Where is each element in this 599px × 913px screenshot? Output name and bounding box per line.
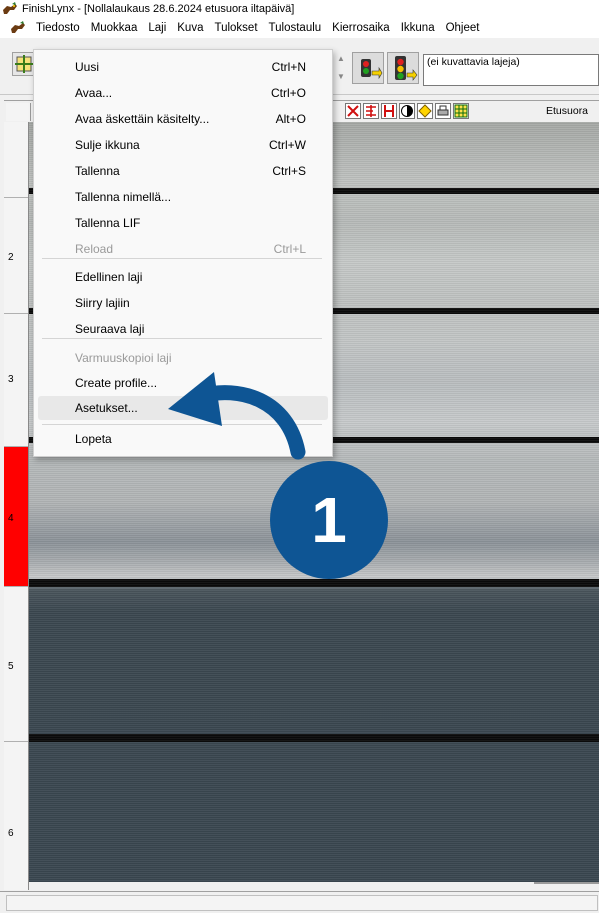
lane-strip: 2 3 4 5 6 [4,122,29,890]
menu-item-create-profile[interactable]: Create profile... [38,371,328,397]
menu-laji[interactable]: Laji [144,22,170,34]
finish-line-icon[interactable] [381,103,397,119]
menu-muokkaa[interactable]: Muokkaa [87,22,142,34]
lane-number: 2 [8,252,14,263]
lane-align-icon[interactable] [363,103,379,119]
lane-split-icon[interactable] [345,103,361,119]
menu-item-tallenna[interactable]: Tallenna Ctrl+S [38,159,328,185]
file-menu-dropdown: Uusi Ctrl+N Avaa... Ctrl+O Avaa äskettäi… [33,49,333,457]
status-bar [0,891,599,913]
menu-tulostaulu[interactable]: Tulostaulu [265,22,326,34]
menu-kuva[interactable]: Kuva [173,22,207,34]
menu-item-varmuuskopioi-laji: Varmuuskopioi laji [75,351,172,365]
window-title: FinishLynx - [Nollalaukaus 28.6.2024 etu… [22,3,295,15]
menu-item-seuraava-laji[interactable]: Seuraava laji [38,317,328,343]
menu-tulokset[interactable]: Tulokset [210,22,261,34]
menu-bar: Tiedosto Muokkaa Laji Kuva Tulokset Tulo… [0,18,599,38]
race-list-field[interactable]: (ei kuvattavia lajeja) [423,54,599,86]
lane-5[interactable]: 5 [4,587,28,742]
open-race-button[interactable] [352,52,384,84]
document-window-icon[interactable] [10,21,26,35]
menu-separator [42,338,322,339]
menu-ohjeet[interactable]: Ohjeet [442,22,484,34]
lane-number: 6 [8,828,14,839]
menu-item-asetukset[interactable]: Asetukset... [38,396,328,420]
results-grid-icon[interactable] [453,103,469,119]
menu-item-avaa[interactable]: Avaa... Ctrl+O [38,81,328,107]
scroll-down-arrow-icon[interactable]: ▼ [336,72,346,82]
lane-6[interactable]: 6 [4,742,28,890]
header-corner [6,103,31,121]
menu-item-uusi[interactable]: Uusi Ctrl+N [38,55,328,81]
scroll-up-arrow-icon[interactable]: ▲ [336,54,346,64]
status-field [6,895,598,911]
lane-1[interactable] [4,122,28,198]
contrast-icon[interactable] [399,103,415,119]
menu-item-edellinen-laji[interactable]: Edellinen laji [38,265,328,291]
traffic-light-button[interactable] [387,52,419,84]
menu-separator [42,424,322,425]
title-bar: FinishLynx - [Nollalaukaus 28.6.2024 etu… [0,0,599,18]
menu-kierrosaika[interactable]: Kierrosaika [328,22,394,34]
lane-number: 5 [8,661,14,672]
finishlynx-app-icon [2,2,18,16]
menu-item-siirry-lajiin[interactable]: Siirry lajiin [38,291,328,317]
lane-4-highlighted[interactable]: 4 [4,447,28,587]
menu-item-lopeta[interactable]: Lopeta [38,427,328,453]
lane-3[interactable]: 3 [4,314,28,447]
scrollbar-thumb[interactable] [534,882,599,884]
horizontal-scrollbar[interactable] [29,882,599,890]
lane-2[interactable]: 2 [4,198,28,314]
print-icon[interactable] [435,103,451,119]
lane-number: 3 [8,374,14,385]
camera-name-label: Etusuora [546,105,589,117]
menu-item-tallenna-nimella[interactable]: Tallenna nimellä... [38,185,328,211]
capture-icon [15,55,33,73]
menu-tiedosto[interactable]: Tiedosto [32,22,84,34]
traffic-light-icon [395,56,418,81]
menu-item-sulje-ikkuna[interactable]: Sulje ikkuna Ctrl+W [38,133,328,159]
lane-number: 4 [8,513,14,524]
menu-item-tallenna-lif[interactable]: Tallenna LIF [38,211,328,237]
menu-item-avaa-askettain[interactable]: Avaa äskettäin käsitelty... Alt+O [38,107,328,133]
marker-diamond-icon[interactable] [417,103,433,119]
menu-ikkuna[interactable]: Ikkuna [397,22,439,34]
race-lights-arrow-icon [361,59,383,80]
menu-item-reload: Reload Ctrl+L [75,242,306,256]
step-number-badge: 1 [270,461,388,579]
menu-separator [42,258,322,259]
